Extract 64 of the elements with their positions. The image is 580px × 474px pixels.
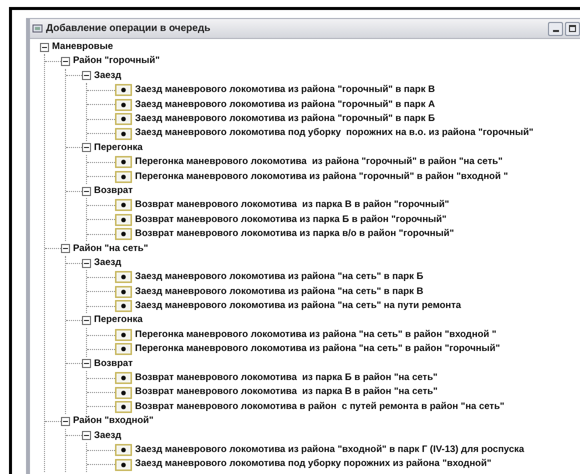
- group-label[interactable]: Заезд: [94, 256, 122, 270]
- operation-item[interactable]: Возврат маневрового локомотива в район с путей ремонта в район "на сеть": [135, 400, 504, 414]
- minimize-button[interactable]: [548, 22, 563, 36]
- collapse-toggle[interactable]: [40, 42, 49, 52]
- maximize-button[interactable]: [565, 22, 580, 36]
- dot-box-icon: [115, 214, 132, 226]
- operation-item[interactable]: Заезд маневрового локомотива из района "на сеть" в парк Б: [135, 270, 424, 285]
- operation-item[interactable]: Возврат маневрового локомотива из парка Б в район "горочный": [135, 212, 447, 227]
- group-label[interactable]: Район "входной": [73, 414, 154, 428]
- dot-box-icon: [115, 444, 132, 456]
- dot-box-icon: [115, 343, 132, 356]
- operation-item[interactable]: Возврат маневрового локомотива из парка Б в район "на сеть": [135, 371, 438, 386]
- group-label[interactable]: Перегонка: [94, 140, 143, 156]
- group-label[interactable]: Район "горочный": [73, 54, 160, 69]
- collapse-toggle[interactable]: [61, 416, 70, 426]
- collapse-toggle[interactable]: [82, 431, 91, 440]
- dot-box-icon: [115, 329, 132, 341]
- operation-item[interactable]: Заезд маневрового локомотива из района "входной" в парк Г (IV-13) для роспуска: [135, 443, 524, 458]
- operation-item[interactable]: Заезд маневрового локомотива из района "горочный" в парк В: [135, 83, 435, 98]
- operation-item[interactable]: Возврат маневрового локомотива из парка В в район "горочный": [135, 198, 450, 213]
- operation-item[interactable]: Возврат маневрового локомотива из парка В в район "на сеть": [135, 385, 438, 400]
- collapse-toggle[interactable]: [82, 359, 91, 368]
- dot-box-icon: [115, 199, 132, 212]
- operation-item[interactable]: Заезд маневрового локомотива под уборку порожних на в.о. из района "горочный": [135, 126, 534, 141]
- collapse-toggle[interactable]: [61, 57, 70, 66]
- collapse-toggle[interactable]: [61, 244, 70, 254]
- dot-box-icon: [115, 98, 132, 111]
- operation-item[interactable]: Заезд маневрового локомотива из района "горочный" в парк Б: [135, 112, 435, 126]
- dot-box-icon: [115, 128, 132, 140]
- window-icon: [32, 23, 43, 34]
- operation-item[interactable]: Заезд маневрового локомотива из района "на сеть" в парк В: [135, 284, 424, 299]
- operation-item[interactable]: Перегонка маневрового локомотива из района "на сеть" в район "входной ": [135, 328, 496, 342]
- operation-item[interactable]: Заезд маневрового локомотива из района "на сеть" на пути ремонта: [135, 299, 462, 314]
- dot-box-icon: [115, 156, 132, 168]
- group-label[interactable]: Район "на сеть": [73, 242, 148, 256]
- dot-box-icon: [115, 372, 132, 384]
- operation-item[interactable]: Перегонка маневрового локомотива из района "горочный" в район "входной ": [135, 170, 508, 184]
- operation-item[interactable]: Заезд маневрового локомотива под уборку порожних из района "входной": [135, 457, 492, 472]
- group-label[interactable]: Перегонка: [94, 313, 143, 328]
- dot-box-icon: [115, 228, 132, 240]
- collapse-toggle[interactable]: [82, 258, 91, 268]
- group-label[interactable]: Возврат: [94, 356, 133, 371]
- dot-box-icon: [115, 458, 132, 471]
- operation-item[interactable]: Возврат маневрового локомотива из парка в/о в район "горочный": [135, 227, 454, 242]
- group-label[interactable]: Возврат: [94, 184, 133, 198]
- collapse-toggle[interactable]: [82, 316, 91, 326]
- dot-box-icon: [115, 271, 132, 284]
- operation-item[interactable]: Заезд маневрового локомотива из района "горочный" в парк А: [135, 98, 435, 112]
- group-label[interactable]: Заезд: [94, 68, 122, 84]
- collapse-toggle[interactable]: [82, 143, 91, 152]
- operation-item[interactable]: Перегонка маневрового локомотива из района "на сеть" в район "горочный": [135, 342, 500, 357]
- dot-box-icon: [115, 170, 132, 183]
- operation-item[interactable]: Перегонка маневрового локомотива из района "горочный" в район "на сеть": [135, 155, 503, 170]
- dot-box-icon: [115, 400, 132, 413]
- dot-box-icon: [115, 300, 132, 312]
- group-label[interactable]: Маневровые: [52, 40, 114, 54]
- group-label[interactable]: Заезд: [94, 428, 122, 443]
- collapse-toggle[interactable]: [82, 71, 91, 80]
- dot-box-icon: [115, 386, 132, 399]
- dot-box-icon: [115, 113, 132, 126]
- dot-box-icon: [115, 84, 132, 96]
- dot-box-icon: [115, 286, 132, 298]
- window-title: Добавление операции в очередь: [46, 22, 210, 36]
- collapse-toggle[interactable]: [82, 186, 91, 196]
